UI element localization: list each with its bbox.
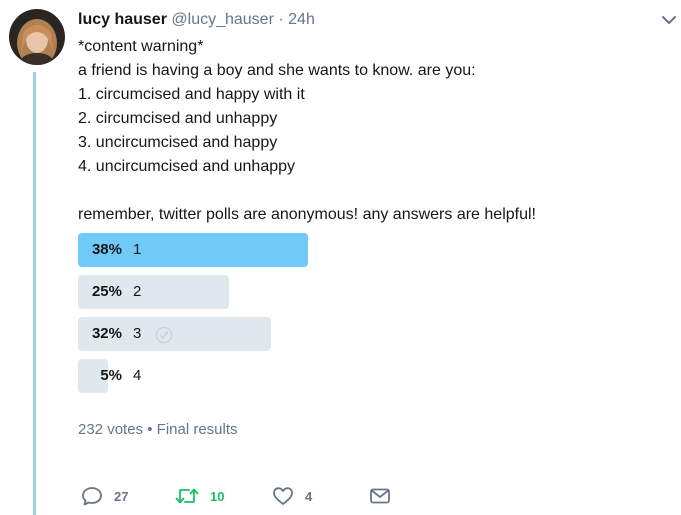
more-options-chevron-down-icon[interactable] — [661, 13, 677, 25]
retweet-count: 10 — [210, 488, 225, 504]
poll-option-label: 2 — [133, 283, 142, 300]
heart-icon — [273, 487, 293, 505]
retweet-icon — [175, 488, 199, 504]
tweet-text-line: 4. uncircumcised and unhappy — [78, 158, 296, 175]
poll: 38% 1 25% 2 32% 3 5% 4 — [78, 233, 578, 401]
poll-option-label: 3 — [133, 325, 142, 342]
direct-message-button[interactable] — [369, 484, 391, 508]
poll-status: Final results — [156, 421, 238, 438]
poll-votes: 232 votes — [78, 421, 144, 438]
tweet-text-line: 3. uncircumcised and happy — [78, 134, 278, 151]
avatar-photo — [9, 9, 65, 65]
poll-percent: 5% — [100, 367, 122, 384]
poll-option: 5% 4 — [78, 359, 578, 393]
poll-option: 38% 1 — [78, 233, 578, 267]
like-count: 4 — [305, 488, 313, 504]
author-name[interactable]: lucy hauser — [78, 11, 167, 28]
poll-meta-separator: • — [147, 421, 153, 438]
tweet-time[interactable]: 24h — [288, 11, 315, 28]
tweet-text-line: remember, twitter polls are anonymous! a… — [78, 206, 536, 223]
avatar[interactable] — [9, 9, 65, 65]
header-separator: · — [278, 11, 284, 28]
thread-line — [33, 72, 36, 515]
poll-percent: 25% — [91, 283, 122, 300]
poll-option: 32% 3 — [78, 317, 578, 351]
retweet-button[interactable]: 10 — [175, 484, 224, 508]
poll-percent: 32% — [91, 325, 122, 342]
reply-button[interactable]: 27 — [81, 484, 128, 508]
tweet-actions: 27 10 4 — [78, 484, 478, 508]
tweet-text-line — [78, 179, 668, 203]
envelope-icon — [370, 488, 390, 504]
poll-option: 25% 2 — [78, 275, 578, 309]
reply-count: 27 — [114, 488, 129, 504]
tweet-text-line: *content warning* — [78, 38, 204, 55]
reply-icon — [82, 487, 102, 506]
poll-percent: 38% — [91, 241, 122, 258]
tweet-header: lucy hauser @lucy_hauser · 24h — [78, 10, 315, 30]
tweet-text-line: a friend is having a boy and she wants t… — [78, 62, 476, 79]
poll-meta: 232 votes • Final results — [78, 421, 238, 438]
voted-check-icon — [155, 326, 173, 344]
author-handle[interactable]: @lucy_hauser — [171, 11, 274, 28]
like-button[interactable]: 4 — [272, 484, 312, 508]
poll-option-label: 4 — [133, 367, 142, 384]
poll-option-label: 1 — [133, 241, 142, 258]
tweet-text-line: 2. circumcised and unhappy — [78, 110, 278, 127]
tweet-text: *content warning* a friend is having a b… — [78, 35, 668, 227]
tweet-text-line: 1. circumcised and happy with it — [78, 86, 305, 103]
